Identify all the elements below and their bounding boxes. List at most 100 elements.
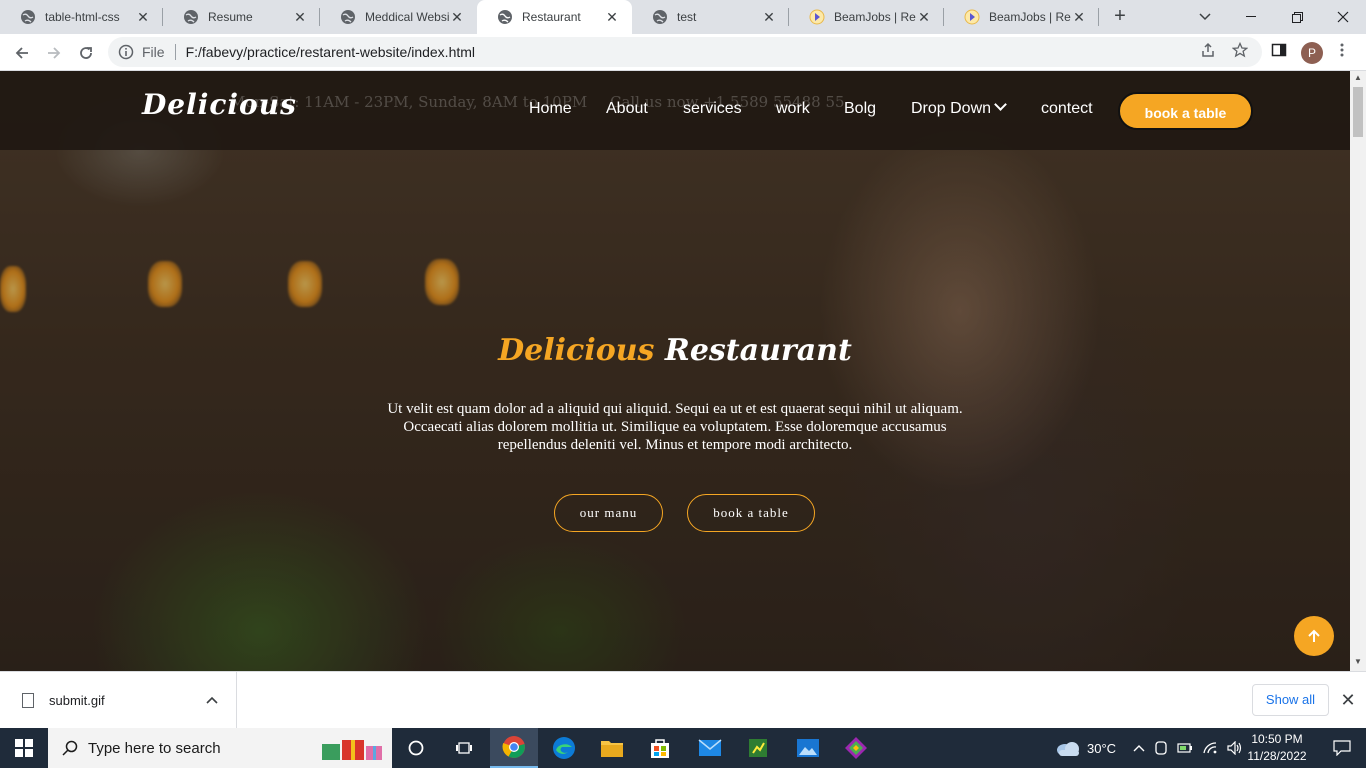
tab-separator bbox=[1098, 8, 1099, 26]
tab-label: Meddical Website bbox=[365, 10, 449, 24]
tab-meddical-website[interactable]: Meddical Website ✕ bbox=[320, 0, 477, 34]
chrome-taskbar-button[interactable] bbox=[490, 728, 538, 768]
globe-icon bbox=[653, 10, 667, 24]
store-taskbar-button[interactable] bbox=[636, 728, 684, 768]
share-icon[interactable] bbox=[1200, 42, 1216, 58]
close-download-bar-button[interactable]: ✕ bbox=[1338, 690, 1358, 710]
new-tab-button[interactable]: + bbox=[1108, 5, 1132, 29]
download-filename: submit.gif bbox=[49, 693, 105, 708]
nav-services[interactable]: services bbox=[683, 100, 742, 118]
weather-widget[interactable]: 30°C bbox=[1055, 728, 1116, 768]
more-vert-icon[interactable] bbox=[1334, 42, 1350, 58]
tab-label: BeamJobs | Resume bbox=[989, 10, 1071, 24]
cloud-icon bbox=[1057, 742, 1079, 756]
search-icon bbox=[62, 740, 78, 756]
folder-icon bbox=[601, 741, 623, 757]
tab-label: Resume bbox=[208, 10, 253, 24]
address-bar[interactable]: File F:/fabevy/practice/restarent-websit… bbox=[108, 37, 1262, 67]
start-button[interactable] bbox=[0, 728, 48, 768]
taskbar-search-box[interactable]: Type here to search bbox=[48, 728, 392, 768]
file-explorer-taskbar-button[interactable] bbox=[588, 728, 636, 768]
back-to-top-button[interactable] bbox=[1294, 616, 1334, 656]
nav-work[interactable]: work bbox=[776, 100, 810, 118]
chevron-up-icon[interactable] bbox=[206, 696, 218, 704]
web-page: Mon-Sat: 11AM - 23PM, Sunday, 8AM to 10P… bbox=[0, 71, 1350, 671]
reload-icon bbox=[80, 47, 92, 59]
tab-beamjobs-1[interactable]: BeamJobs | Resume ✕ bbox=[789, 0, 944, 34]
scroll-down-arrow[interactable]: ▼ bbox=[1354, 657, 1362, 666]
minimize-button[interactable] bbox=[1228, 0, 1274, 34]
tab-label: BeamJobs | Resume bbox=[834, 10, 916, 24]
tab-beamjobs-2[interactable]: BeamJobs | Resume ✕ bbox=[944, 0, 1099, 34]
system-tray bbox=[1133, 728, 1243, 768]
arrow-left-icon bbox=[15, 47, 28, 59]
nav-blog[interactable]: Bolg bbox=[844, 100, 876, 118]
edge-taskbar-button[interactable] bbox=[540, 728, 588, 768]
notifications-button[interactable] bbox=[1318, 728, 1366, 768]
app-taskbar-button[interactable] bbox=[734, 728, 782, 768]
tab-strip: table-html-css ✕ Resume ✕ Meddical Websi… bbox=[0, 0, 1366, 34]
task-view-icon bbox=[456, 742, 472, 754]
bookmark-star-icon[interactable] bbox=[1232, 42, 1248, 58]
clock-date: 11/28/2022 bbox=[1247, 749, 1307, 763]
task-view-button[interactable] bbox=[440, 728, 488, 768]
omnibox-divider bbox=[174, 44, 176, 60]
notification-icon bbox=[1333, 740, 1351, 756]
cortana-button[interactable] bbox=[392, 728, 440, 768]
chevron-down-icon bbox=[994, 98, 1007, 111]
tab-restaurant[interactable]: Restaurant ✕ bbox=[477, 0, 632, 34]
page-scrollbar[interactable]: ▲ ▼ bbox=[1350, 71, 1366, 671]
close-icon[interactable]: ✕ bbox=[135, 9, 151, 25]
tab-label: test bbox=[677, 10, 697, 24]
scroll-up-arrow[interactable]: ▲ bbox=[1354, 73, 1362, 82]
battery-icon[interactable] bbox=[1177, 742, 1193, 754]
tab-test[interactable]: test ✕ bbox=[632, 0, 789, 34]
close-icon[interactable]: ✕ bbox=[449, 9, 465, 25]
profile-avatar[interactable]: P bbox=[1301, 42, 1323, 64]
close-icon[interactable]: ✕ bbox=[292, 9, 308, 25]
our-menu-button[interactable]: our manu bbox=[554, 494, 663, 532]
close-icon[interactable]: ✕ bbox=[916, 9, 932, 25]
tab-search-button[interactable] bbox=[1182, 0, 1228, 34]
book-table-button[interactable]: book a table bbox=[1118, 92, 1253, 130]
meet-now-icon[interactable] bbox=[1154, 741, 1168, 755]
globe-icon bbox=[498, 10, 512, 24]
close-icon[interactable]: ✕ bbox=[761, 9, 777, 25]
site-logo[interactable]: Delicious bbox=[142, 88, 297, 121]
taskbar-clock[interactable]: 10:50 PM 11/28/2022 bbox=[1238, 731, 1316, 765]
tab-resume[interactable]: Resume ✕ bbox=[163, 0, 320, 34]
scrollbar-thumb[interactable] bbox=[1353, 87, 1363, 137]
close-icon[interactable]: ✕ bbox=[604, 9, 620, 25]
info-icon[interactable] bbox=[118, 44, 134, 60]
beamjobs-logo-icon bbox=[964, 9, 980, 25]
restore-button[interactable] bbox=[1274, 0, 1320, 34]
chevron-down-icon bbox=[1199, 13, 1211, 21]
git-app-taskbar-button[interactable] bbox=[832, 728, 880, 768]
nav-dropdown[interactable]: Drop Down bbox=[911, 98, 1007, 118]
nav-contact[interactable]: contect bbox=[1041, 100, 1093, 118]
url-scheme: File bbox=[142, 44, 165, 60]
reload-button[interactable] bbox=[72, 39, 100, 67]
wifi-icon[interactable] bbox=[1202, 741, 1218, 755]
show-all-button[interactable]: Show all bbox=[1252, 684, 1329, 716]
nav-home[interactable]: Home bbox=[529, 100, 572, 118]
photos-taskbar-button[interactable] bbox=[784, 728, 832, 768]
forward-button[interactable] bbox=[40, 39, 68, 67]
hero-title: Delicious Restaurant bbox=[0, 333, 1350, 368]
spreadsheet-app-icon bbox=[749, 739, 767, 757]
nav-about[interactable]: About bbox=[606, 100, 648, 118]
close-icon[interactable]: ✕ bbox=[1071, 9, 1087, 25]
globe-icon bbox=[21, 10, 35, 24]
chevron-up-icon[interactable] bbox=[1133, 744, 1145, 752]
hero-title-rest: Restaurant bbox=[664, 333, 852, 368]
back-button[interactable] bbox=[8, 39, 36, 67]
file-icon bbox=[22, 693, 34, 708]
side-panel-icon[interactable] bbox=[1271, 42, 1287, 58]
store-bag-icon bbox=[651, 739, 669, 758]
hero-book-table-button[interactable]: book a table bbox=[687, 494, 815, 532]
download-item[interactable]: submit.gif bbox=[0, 672, 237, 729]
url-text[interactable]: F:/fabevy/practice/restarent-website/ind… bbox=[186, 44, 475, 60]
mail-taskbar-button[interactable] bbox=[686, 728, 734, 768]
close-window-button[interactable] bbox=[1320, 0, 1366, 34]
tab-table-html-css[interactable]: table-html-css ✕ bbox=[0, 0, 163, 34]
